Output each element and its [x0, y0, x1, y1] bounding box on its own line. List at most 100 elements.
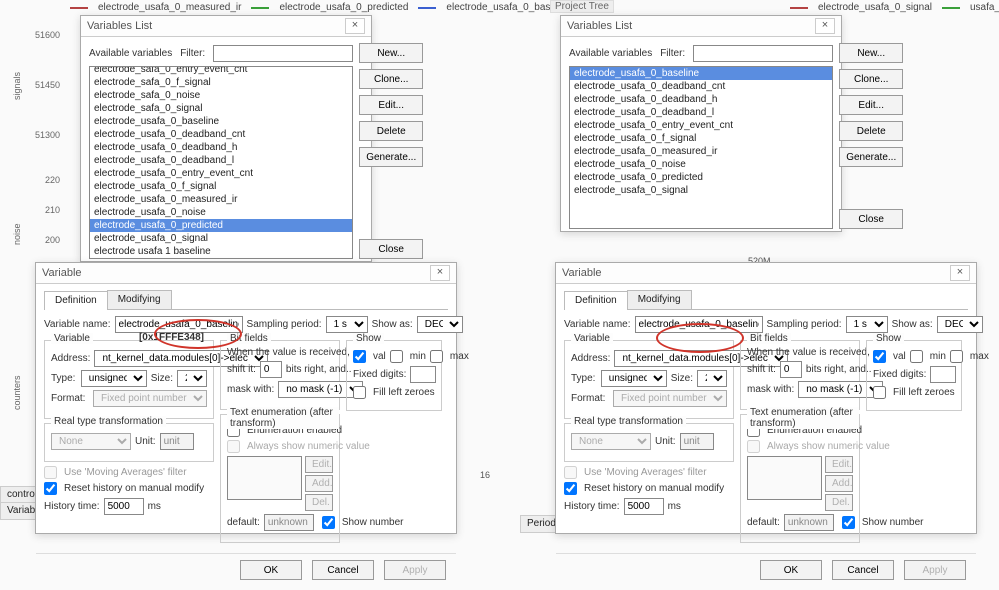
list-item[interactable]: electrode_usafa_0_noise [570, 158, 832, 171]
list-item[interactable]: electrode_usafa_0_deadband_h [90, 141, 352, 154]
list-item[interactable]: electrode_usafa_0_entry_event_cnt [570, 119, 832, 132]
show-number-checkbox[interactable] [842, 516, 855, 529]
show-val-label: val [373, 351, 386, 362]
list-item[interactable]: electrode_usafa_0_deadband_cnt [570, 80, 832, 93]
showas-select[interactable]: DEC [937, 316, 983, 333]
list-item[interactable]: electrode_usafa_0_measured_ir [570, 145, 832, 158]
ok-button[interactable]: OK [240, 560, 302, 580]
transform-select: None [51, 433, 131, 450]
list-item[interactable]: electrode_usafa_0_f_signal [570, 132, 832, 145]
filter-input[interactable] [693, 45, 833, 62]
tab-definition[interactable]: Definition [44, 291, 108, 310]
shift-input[interactable] [260, 361, 282, 378]
list-item[interactable]: electrode_usafa_0_predicted [570, 171, 832, 184]
list-item[interactable]: electrode_usafa_0_entry_event_cnt [90, 167, 352, 180]
list-item[interactable]: electrode_usafa_0_baseline [90, 115, 352, 128]
close-icon[interactable]: × [815, 18, 835, 34]
variable-list[interactable]: control_aslider_1->flags_directioncontro… [89, 66, 353, 259]
titlebar[interactable]: Variables List × [81, 16, 371, 37]
filter-input[interactable] [213, 45, 353, 62]
close-button[interactable]: Close [359, 239, 423, 259]
reset-history-label: Reset history on manual modify [64, 483, 204, 494]
list-item[interactable]: electrode_safa_0_f_signal [90, 76, 352, 89]
always-numeric-label: Always show numeric value [247, 441, 370, 452]
show-min-checkbox[interactable] [910, 350, 923, 363]
list-item[interactable]: electrode usafa 1 baseline [90, 245, 352, 258]
clone-button[interactable]: Clone... [839, 69, 903, 89]
list-item[interactable]: electrode_usafa_0_signal [570, 184, 832, 197]
fill-zeroes-checkbox[interactable] [353, 386, 366, 399]
list-item[interactable]: electrode_usafa_0_measured_ir [90, 193, 352, 206]
new-button[interactable]: New... [359, 43, 423, 63]
size-select[interactable]: 2 [177, 370, 207, 387]
history-time-input[interactable] [624, 498, 664, 515]
show-number-checkbox[interactable] [322, 516, 335, 529]
sampling-select[interactable]: 1 s [326, 316, 368, 333]
titlebar[interactable]: Variable × [556, 263, 976, 284]
list-item[interactable]: electrode_usafa_0_deadband_cnt [90, 128, 352, 141]
show-max-checkbox[interactable] [430, 350, 443, 363]
list-item[interactable]: electrode_usafa_0_f_signal [90, 180, 352, 193]
edit-button[interactable]: Edit... [839, 95, 903, 115]
titlebar[interactable]: Variables List × [561, 16, 841, 37]
show-val-checkbox[interactable] [353, 350, 366, 363]
new-button[interactable]: New... [839, 43, 903, 63]
clone-button[interactable]: Clone... [359, 69, 423, 89]
fixed-digits-input[interactable] [930, 366, 956, 383]
tab-definition[interactable]: Definition [564, 291, 628, 310]
legend-swatch [251, 7, 269, 9]
showas-label: Show as: [372, 319, 413, 330]
fixed-digits-input[interactable] [410, 366, 436, 383]
history-time-input[interactable] [104, 498, 144, 515]
close-icon[interactable]: × [430, 265, 450, 281]
variable-list[interactable]: electrode_usafa_0_baselineelectrode_usaf… [569, 66, 833, 229]
list-item[interactable]: electrode_usafa_0_signal [90, 232, 352, 245]
list-item[interactable]: electrode_usafa_0_deadband_h [570, 93, 832, 106]
variable-name-input[interactable] [115, 316, 243, 333]
show-max-checkbox[interactable] [950, 350, 963, 363]
legend-swatch [790, 7, 808, 9]
delete-button[interactable]: Delete [839, 121, 903, 141]
list-item[interactable]: electrode_safa_0_entry_event_cnt [90, 66, 352, 76]
variable-name-input[interactable] [635, 316, 763, 333]
history-unit: ms [668, 501, 681, 512]
edit-button[interactable]: Edit... [359, 95, 423, 115]
list-item[interactable]: electrode_safa_0_signal [90, 102, 352, 115]
xtick-bottom: 16 [480, 470, 490, 480]
cancel-button[interactable]: Cancel [312, 560, 374, 580]
list-item[interactable]: electrode_usafa_0_deadband_l [570, 106, 832, 119]
group-legend: Bit fields [227, 333, 271, 344]
screenshot-root: { "legendL":[{"c":"#b44343","t":"electro… [0, 0, 999, 590]
ok-button[interactable]: OK [760, 560, 822, 580]
generate-button[interactable]: Generate... [359, 147, 423, 167]
type-select[interactable]: unsigned int [81, 370, 147, 387]
size-select[interactable]: 2 [697, 370, 727, 387]
type-select[interactable]: unsigned int [601, 370, 667, 387]
show-min-checkbox[interactable] [390, 350, 403, 363]
close-icon[interactable]: × [950, 265, 970, 281]
tab-modifying[interactable]: Modifying [107, 290, 172, 309]
shift-unit: bits right, and.. [806, 364, 872, 375]
titlebar[interactable]: Variable × [36, 263, 456, 284]
list-item[interactable]: electrode_usafa_0_noise [90, 206, 352, 219]
generate-button[interactable]: Generate... [839, 147, 903, 167]
list-item[interactable]: electrode_usafa_0_predicted [90, 219, 352, 232]
list-item[interactable]: electrode_safa_0_noise [90, 89, 352, 102]
enum-del-button: Del. [825, 494, 853, 511]
unit-label: Unit: [655, 436, 676, 447]
show-val-checkbox[interactable] [873, 350, 886, 363]
reset-history-checkbox[interactable] [564, 482, 577, 495]
reset-history-checkbox[interactable] [44, 482, 57, 495]
showas-select[interactable]: DEC [417, 316, 463, 333]
sampling-select[interactable]: 1 s [846, 316, 888, 333]
history-time-label: History time: [564, 501, 620, 512]
close-button[interactable]: Close [839, 209, 903, 229]
list-item[interactable]: electrode_usafa_0_baseline [570, 67, 832, 80]
cancel-button[interactable]: Cancel [832, 560, 894, 580]
fill-zeroes-checkbox[interactable] [873, 386, 886, 399]
shift-input[interactable] [780, 361, 802, 378]
tab-modifying[interactable]: Modifying [627, 290, 692, 309]
delete-button[interactable]: Delete [359, 121, 423, 141]
list-item[interactable]: electrode_usafa_0_deadband_l [90, 154, 352, 167]
close-icon[interactable]: × [345, 18, 365, 34]
